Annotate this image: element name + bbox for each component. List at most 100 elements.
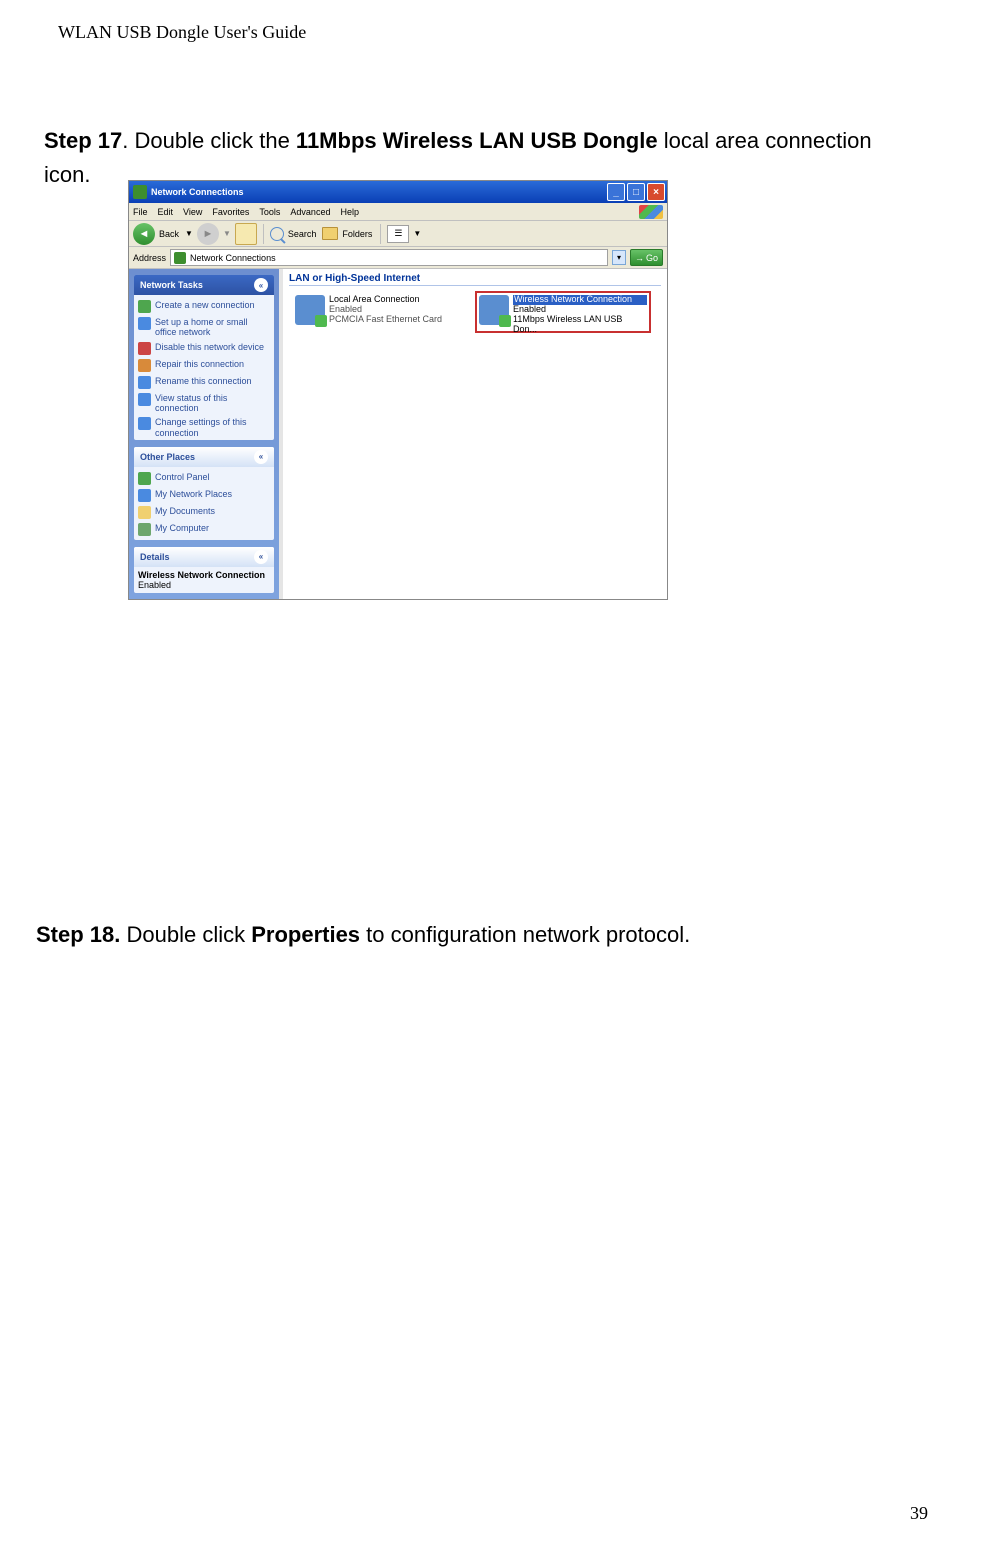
- task-label: Create a new connection: [155, 300, 255, 310]
- toolbar-separator: [263, 224, 264, 244]
- content-area: LAN or High-Speed Internet Local Area Co…: [279, 269, 667, 599]
- place-control-panel[interactable]: Control Panel: [138, 470, 270, 487]
- maximize-button[interactable]: □: [627, 183, 645, 201]
- back-dropdown-icon[interactable]: ▼: [185, 229, 193, 238]
- back-label[interactable]: Back: [159, 229, 179, 239]
- place-network-places[interactable]: My Network Places: [138, 487, 270, 504]
- step-17-label: Step 17: [44, 128, 122, 153]
- task-rename-connection[interactable]: Rename this connection: [138, 374, 270, 391]
- folders-icon[interactable]: [322, 227, 338, 240]
- network-setup-icon: [138, 317, 151, 330]
- minimize-button[interactable]: _: [607, 183, 625, 201]
- place-label: My Network Places: [155, 489, 232, 499]
- menu-advanced[interactable]: Advanced: [290, 207, 330, 217]
- go-label: Go: [646, 253, 658, 263]
- panel-other-places: Other Places « Control Panel My Network …: [134, 447, 274, 540]
- task-change-settings[interactable]: Change settings of this connection: [138, 415, 270, 439]
- address-label: Address: [133, 253, 166, 263]
- toolbar-separator-2: [380, 224, 381, 244]
- wizard-icon: [138, 300, 151, 313]
- panel-network-tasks: Network Tasks « Create a new connection …: [134, 275, 274, 440]
- search-label[interactable]: Search: [288, 229, 317, 239]
- task-label: Rename this connection: [155, 376, 252, 386]
- panel-network-tasks-title: Network Tasks: [140, 280, 203, 290]
- windows-xp-flag-icon: [639, 205, 663, 219]
- conn-device: PCMCIA Fast Ethernet Card: [329, 315, 442, 325]
- views-button[interactable]: ☰: [387, 225, 409, 243]
- task-view-status[interactable]: View status of this connection: [138, 391, 270, 416]
- repair-icon: [138, 359, 151, 372]
- menu-tools[interactable]: Tools: [259, 207, 280, 217]
- place-label: My Computer: [155, 523, 209, 533]
- up-button[interactable]: [235, 223, 257, 245]
- task-label: Disable this network device: [155, 342, 264, 352]
- disable-icon: [138, 342, 151, 355]
- splitter[interactable]: [279, 269, 283, 599]
- place-my-documents[interactable]: My Documents: [138, 504, 270, 521]
- connection-wireless-network[interactable]: Wireless Network Connection Enabled 11Mb…: [475, 291, 651, 333]
- page-number: 39: [910, 1503, 928, 1524]
- address-icon: [174, 252, 186, 264]
- collapse-icon[interactable]: «: [254, 450, 268, 464]
- rename-icon: [138, 376, 151, 389]
- place-label: My Documents: [155, 506, 215, 516]
- task-label: Repair this connection: [155, 359, 244, 369]
- address-dropdown-icon[interactable]: ▾: [612, 250, 626, 265]
- menu-help[interactable]: Help: [340, 207, 359, 217]
- task-setup-home-network[interactable]: Set up a home or small office network: [138, 315, 270, 340]
- panel-other-places-title: Other Places: [140, 452, 195, 462]
- menu-file[interactable]: File: [133, 207, 148, 217]
- go-arrow-icon: →: [635, 253, 644, 263]
- computer-icon: [138, 523, 151, 536]
- connection-local-area[interactable]: Local Area Connection Enabled PCMCIA Fas…: [293, 293, 469, 335]
- task-label: Change settings of this connection: [155, 417, 270, 438]
- step-18: Step 18. Double click Properties to conf…: [36, 918, 906, 952]
- back-button[interactable]: ◄: [133, 223, 155, 245]
- forward-dropdown-icon[interactable]: ▼: [223, 229, 231, 238]
- collapse-icon[interactable]: «: [254, 278, 268, 292]
- sidebar: Network Tasks « Create a new connection …: [129, 269, 279, 599]
- folders-label[interactable]: Folders: [342, 229, 372, 239]
- documents-icon: [138, 506, 151, 519]
- panel-details-head[interactable]: Details «: [134, 547, 274, 567]
- panel-network-tasks-head[interactable]: Network Tasks «: [134, 275, 274, 295]
- window-titlebar[interactable]: Network Connections _ □ ×: [129, 181, 667, 203]
- wireless-connection-icon: [479, 295, 509, 325]
- task-repair-connection[interactable]: Repair this connection: [138, 357, 270, 374]
- step-17-text-a: Double click the: [128, 128, 296, 153]
- task-disable-device[interactable]: Disable this network device: [138, 340, 270, 357]
- menu-favorites[interactable]: Favorites: [212, 207, 249, 217]
- task-label: View status of this connection: [155, 393, 270, 414]
- doc-header: WLAN USB Dongle User's Guide: [58, 22, 306, 43]
- menu-view[interactable]: View: [183, 207, 202, 217]
- panel-other-places-head[interactable]: Other Places «: [134, 447, 274, 467]
- details-conn-status: Enabled: [138, 580, 270, 590]
- task-create-new-connection[interactable]: Create a new connection: [138, 298, 270, 315]
- step-17-bold: 11Mbps Wireless LAN USB Dongle: [296, 128, 658, 153]
- settings-icon: [138, 417, 151, 430]
- close-button[interactable]: ×: [647, 183, 665, 201]
- menu-edit[interactable]: Edit: [158, 207, 174, 217]
- place-label: Control Panel: [155, 472, 210, 482]
- details-conn-name: Wireless Network Connection: [138, 570, 270, 580]
- toolbar: ◄ Back ▼ ► ▼ Search Folders ☰ ▼: [129, 221, 667, 247]
- place-my-computer[interactable]: My Computer: [138, 521, 270, 538]
- views-dropdown-icon[interactable]: ▼: [413, 229, 421, 238]
- window-body: Network Tasks « Create a new connection …: [129, 269, 667, 599]
- search-icon[interactable]: [270, 227, 284, 241]
- screenshot-network-connections: Network Connections _ □ × File Edit View…: [128, 180, 668, 600]
- network-connections-icon: [133, 185, 147, 199]
- go-button[interactable]: → Go: [630, 249, 663, 266]
- step-18-text-a: Double click: [120, 922, 251, 947]
- address-input[interactable]: Network Connections: [170, 249, 608, 266]
- conn-device: 11Mbps Wireless LAN USB Don...: [513, 315, 647, 335]
- collapse-icon[interactable]: «: [254, 550, 268, 564]
- step-18-text-b: to configuration network protocol.: [360, 922, 690, 947]
- network-places-icon: [138, 489, 151, 502]
- address-value: Network Connections: [190, 253, 276, 263]
- forward-button[interactable]: ►: [197, 223, 219, 245]
- step-18-bold: Properties: [251, 922, 360, 947]
- task-label: Set up a home or small office network: [155, 317, 270, 338]
- panel-details-title: Details: [140, 552, 170, 562]
- step-18-label: Step 18.: [36, 922, 120, 947]
